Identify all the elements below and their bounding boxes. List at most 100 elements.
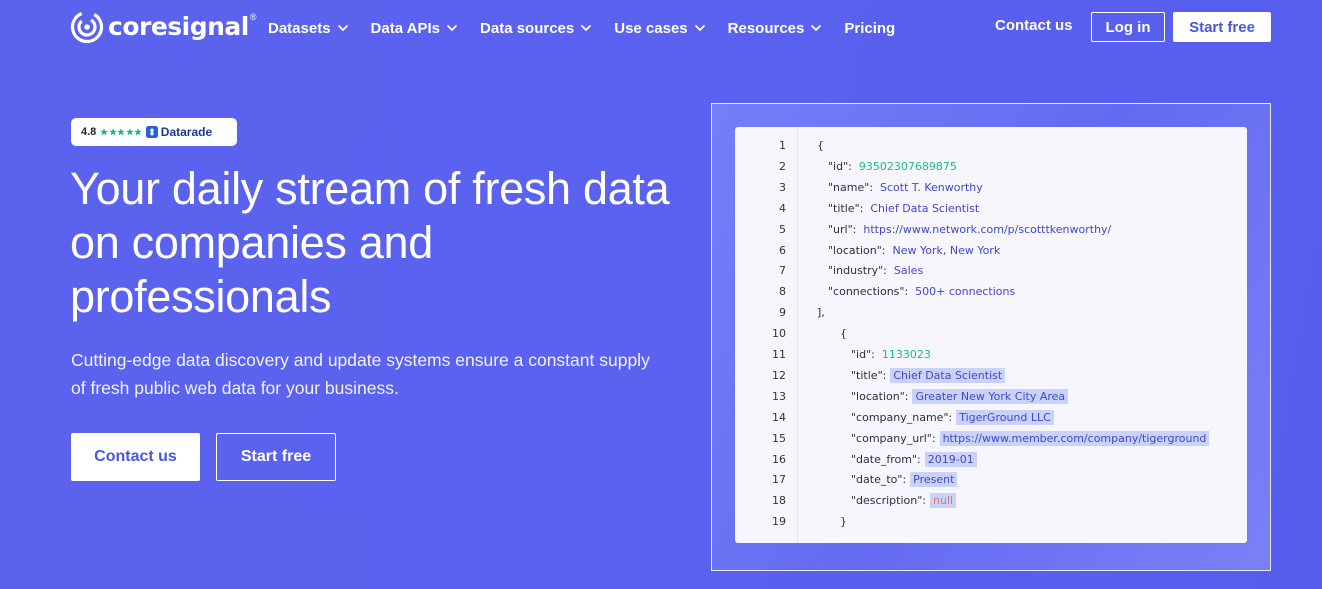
- nav-item-label: Use cases: [614, 19, 688, 37]
- json-key: "description":: [851, 494, 926, 508]
- json-value: 500+ connections: [915, 285, 1016, 299]
- hero-title: Your daily stream of fresh data on compa…: [70, 163, 670, 322]
- json-code-sample: 1 {2 "id": 93502307689875 3 "name": Scott T. K…: [735, 127, 1247, 543]
- json-value: 2019-01: [924, 451, 977, 467]
- coresignal-logo[interactable]: coresignal ®: [70, 10, 257, 44]
- nav-item-data-sources[interactable]: Data sources: [480, 20, 592, 37]
- code-line: "date_to": Present: [851, 470, 958, 491]
- line-number: 5: [779, 222, 786, 236]
- json-key: "company_url":: [851, 431, 936, 445]
- json-key: "date_to":: [851, 473, 907, 487]
- coresignal-logo-icon: [70, 10, 104, 44]
- code-bracket: }: [840, 515, 847, 529]
- json-key: "title":: [851, 368, 887, 382]
- code-line: ],: [817, 303, 825, 324]
- code-line: {: [840, 324, 847, 345]
- code-line: "location": New York, New York: [828, 241, 1000, 262]
- main-menu: Datasets Data APIs Data sources Use cases Re…: [268, 17, 917, 39]
- chevron-down-icon: [694, 25, 705, 31]
- line-number: 1: [779, 139, 786, 152]
- nav-item-label: Datasets: [268, 19, 331, 37]
- nav-item-resources[interactable]: Resources: [728, 20, 823, 37]
- code-line: "description": null: [851, 491, 957, 512]
- line-number: 7: [779, 264, 786, 278]
- json-value: https://www.network.com/p/scotttkenworth…: [863, 222, 1112, 236]
- json-key: "name":: [828, 180, 874, 194]
- code-bracket: {: [817, 139, 824, 152]
- json-key: "id":: [851, 348, 875, 361]
- json-value: 93502307689875: [858, 159, 957, 173]
- star-icon: [126, 128, 134, 136]
- line-number: 19: [772, 515, 786, 529]
- line-number: 6: [779, 243, 786, 257]
- star-icon: [109, 128, 117, 136]
- json-value: Scott T. Kenworthy: [880, 180, 983, 194]
- chevron-down-icon: [337, 25, 348, 31]
- chevron-down-icon: [581, 25, 592, 31]
- line-number: 10: [772, 327, 786, 341]
- line-number: 18: [772, 494, 786, 508]
- star-icon: [117, 128, 125, 136]
- line-number: 17: [772, 473, 786, 487]
- line-number: 14: [772, 410, 786, 424]
- json-value: https://www.member.com/company/tigergrou…: [939, 430, 1210, 446]
- code-line: "connections": 500+ connections: [828, 282, 1015, 303]
- nav-item-label: Data sources: [480, 19, 575, 37]
- nav-item-pricing[interactable]: Pricing: [844, 20, 895, 37]
- nav-item-label: Pricing: [844, 19, 896, 37]
- nav-item-datasets[interactable]: Datasets: [268, 20, 349, 37]
- code-line: "title": Chief Data Scientist: [828, 199, 979, 220]
- line-number: 16: [772, 452, 786, 466]
- line-number: 12: [772, 368, 786, 382]
- json-key: "location":: [851, 389, 909, 403]
- nav-item-use-cases[interactable]: Use cases: [614, 20, 705, 37]
- registered-mark: ®: [249, 12, 257, 22]
- code-bracket: ],: [817, 306, 825, 320]
- code-bracket: {: [840, 327, 847, 341]
- json-key: "connections":: [828, 285, 909, 299]
- json-value: Chief Data Scientist: [890, 367, 1006, 383]
- datarade-logo-icon: [145, 126, 158, 138]
- rating-value: 4.8: [81, 126, 97, 138]
- line-number: 4: [779, 201, 786, 215]
- code-line: "id": 1133023: [851, 345, 931, 366]
- line-number: 15: [772, 431, 786, 445]
- chevron-down-icon: [447, 25, 457, 31]
- nav-item-label: Data APIs: [370, 19, 441, 37]
- hero-subtitle: Cutting-edge data discovery and update s…: [71, 350, 650, 398]
- json-key: "date_from":: [851, 452, 921, 466]
- line-number: 13: [772, 389, 786, 403]
- json-key: "title":: [828, 201, 864, 215]
- json-key: "company_name":: [851, 410, 953, 424]
- datarade-wordmark: Datarade: [160, 125, 213, 139]
- datarade-rating-badge[interactable]: 4.8 Datarade: [71, 118, 237, 146]
- star-icon: [134, 128, 142, 136]
- code-line: "title": Chief Data Scientist: [851, 366, 1006, 387]
- line-number: 2: [779, 159, 786, 173]
- code-line: "id": 93502307689875: [828, 157, 957, 178]
- line-number: 3: [779, 180, 786, 194]
- line-number: 9: [779, 306, 786, 320]
- json-key: "url":: [828, 222, 857, 236]
- json-value: null: [930, 493, 957, 509]
- code-line: "date_from": 2019-01: [851, 450, 977, 471]
- json-value: Greater New York City Area: [912, 388, 1069, 404]
- json-value: Chief Data Scientist: [870, 201, 980, 215]
- line-number: 8: [779, 285, 786, 299]
- json-value: 1133023: [881, 348, 931, 361]
- star-icon: [100, 128, 108, 136]
- json-key: "id":: [828, 159, 852, 173]
- code-line: "company_name": TigerGround LLC: [851, 408, 1054, 429]
- login-button[interactable]: Log in: [1091, 12, 1165, 42]
- json-value: Sales: [893, 264, 924, 278]
- hero-start-free-button[interactable]: Start free: [216, 433, 336, 481]
- nav-start-free-button[interactable]: Start free: [1173, 12, 1271, 42]
- json-key: "location":: [828, 243, 886, 257]
- code-line: }: [840, 512, 847, 533]
- nav-item-data-apis[interactable]: Data APIs: [371, 20, 458, 37]
- hero-contact-button[interactable]: Contact us: [71, 433, 200, 481]
- code-line: "company_url": https://www.member.com/com…: [851, 429, 1210, 450]
- nav-contact-link[interactable]: Contact us: [995, 17, 1073, 34]
- rating-stars: [100, 128, 143, 136]
- code-line: "name": Scott T. Kenworthy: [828, 178, 983, 199]
